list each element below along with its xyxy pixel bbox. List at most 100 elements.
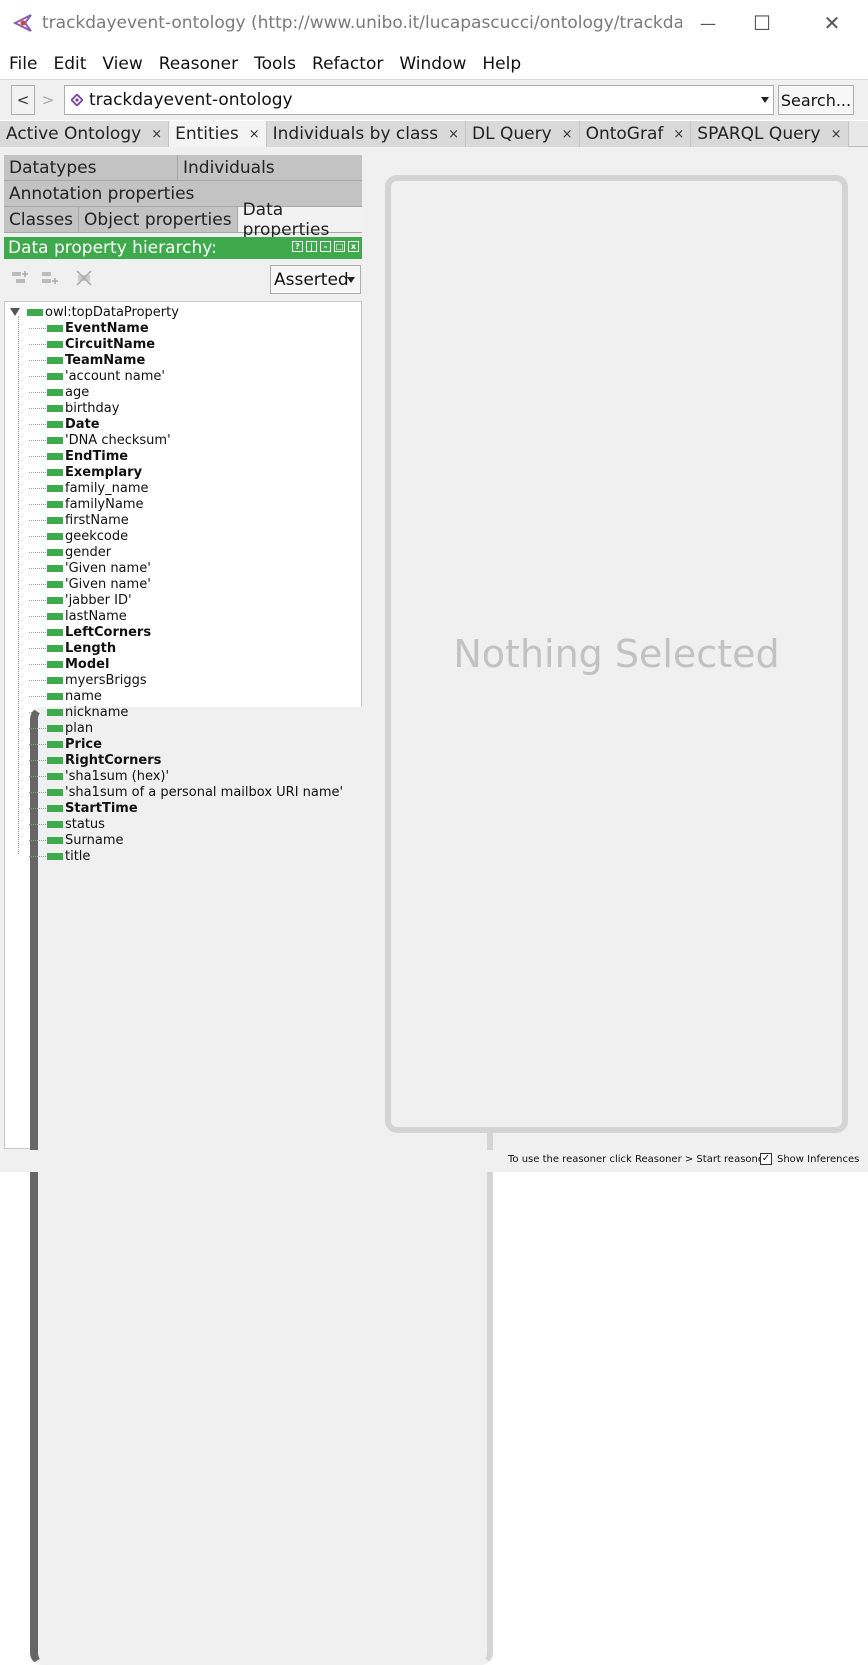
tree-item[interactable]: 'account name' — [47, 368, 165, 384]
tree-item[interactable]: Surname — [47, 832, 123, 848]
data-property-icon — [47, 324, 63, 332]
tree-item[interactable]: EndTime — [47, 448, 128, 464]
tab-close-icon[interactable]: × — [448, 127, 459, 142]
tab-classes[interactable]: Classes — [4, 207, 80, 232]
tree-item-label: age — [65, 384, 90, 400]
tab-close-icon[interactable]: × — [249, 127, 260, 142]
maximize-button[interactable]: ☐ — [730, 0, 794, 46]
close-window-button[interactable]: ✕ — [800, 0, 864, 46]
tree-guide-line — [18, 316, 19, 854]
tree-guide-line — [29, 392, 46, 393]
tab-sparql-query[interactable]: SPARQL Query × — [691, 121, 849, 147]
forward-button[interactable]: > — [36, 85, 60, 115]
menu-window[interactable]: Window — [391, 49, 474, 79]
tree-item[interactable]: age — [47, 384, 89, 400]
tab-close-icon[interactable]: × — [151, 127, 162, 142]
tree-guide-line — [29, 440, 46, 441]
split-icon[interactable]: | — [306, 241, 317, 252]
reasoner-status-text: To use the reasoner click Reasoner > Sta… — [508, 1154, 769, 1165]
tree-item[interactable]: LeftCorners — [47, 624, 151, 640]
tab-close-icon[interactable]: × — [562, 127, 573, 142]
tab-label: Active Ontology — [6, 124, 142, 144]
tab-label: DL Query — [472, 124, 552, 144]
search-button[interactable]: Search... — [778, 85, 854, 115]
menu-help[interactable]: Help — [474, 49, 529, 79]
data-property-tree[interactable]: owl:topDataProperty EventName CircuitName… — [4, 301, 493, 1665]
entity-details-panel: Nothing Selected — [385, 175, 848, 1133]
menu-view[interactable]: View — [94, 49, 150, 79]
show-inferences-checkbox[interactable]: ✓ — [760, 1153, 772, 1165]
tree-item[interactable]: Exemplary — [47, 464, 142, 480]
menu-reasoner[interactable]: Reasoner — [151, 49, 246, 79]
add-sibling-property-button[interactable] — [36, 264, 64, 292]
tab-active-ontology[interactable]: Active Ontology × — [0, 121, 170, 147]
menu-edit[interactable]: Edit — [45, 49, 94, 79]
tree-item[interactable]: RightCorners — [47, 752, 161, 768]
tree-item-label: myersBriggs — [65, 672, 147, 688]
menu-file[interactable]: File — [0, 49, 45, 79]
tree-item[interactable]: 'Given name' — [47, 560, 151, 576]
tab-object-properties[interactable]: Object properties — [79, 207, 238, 232]
show-inferences-toggle[interactable]: ✓ Show Inferences — [760, 1153, 859, 1165]
tree-item[interactable]: EventName — [47, 320, 149, 336]
tab-close-icon[interactable]: × — [673, 127, 684, 142]
asserted-inferred-selector[interactable]: Asserted — [270, 265, 361, 294]
delete-icon — [76, 270, 92, 286]
tree-item[interactable]: myersBriggs — [47, 672, 147, 688]
menu-refactor[interactable]: Refactor — [304, 49, 391, 79]
tree-item[interactable]: 'Given name' — [47, 576, 151, 592]
tab-data-properties[interactable]: Data properties — [237, 200, 362, 240]
tree-item[interactable]: StartTime — [47, 800, 138, 816]
tree-item[interactable]: firstName — [47, 512, 129, 528]
data-property-icon — [47, 772, 63, 780]
tab-ontograf[interactable]: OntoGraf × — [579, 121, 692, 147]
maximize-view-icon[interactable]: □ — [334, 241, 345, 252]
tree-root[interactable]: owl:topDataProperty — [27, 304, 179, 320]
tree-item[interactable]: 'DNA checksum' — [47, 432, 171, 448]
tree-item[interactable]: TeamName — [47, 352, 145, 368]
add-sub-property-button[interactable] — [6, 264, 34, 292]
back-button[interactable]: < — [11, 85, 35, 115]
address-bar: < > trackdayevent-ontology Search... — [0, 80, 868, 120]
tree-item[interactable]: 'jabber ID' — [47, 592, 132, 608]
tree-item-label: lastName — [65, 608, 127, 624]
tab-dl-query[interactable]: DL Query × — [466, 121, 580, 147]
tab-entities[interactable]: Entities × — [169, 121, 267, 147]
tree-item[interactable]: birthday — [47, 400, 119, 416]
tab-close-icon[interactable]: × — [831, 127, 842, 142]
tree-item[interactable]: Date — [47, 416, 100, 432]
data-property-icon — [47, 692, 63, 700]
tab-individuals-by-class[interactable]: Individuals by class × — [266, 121, 467, 147]
minimize-view-icon[interactable]: – — [320, 241, 331, 252]
entity-tab-row: Classes Object properties Data propertie… — [4, 200, 362, 240]
tree-item[interactable]: title — [47, 848, 90, 864]
tree-item[interactable]: Length — [47, 640, 116, 656]
tree-item[interactable]: nickname — [47, 704, 128, 720]
tree-item[interactable]: plan — [47, 720, 93, 736]
tree-item-label: birthday — [65, 400, 120, 416]
tree-item[interactable]: name — [47, 688, 102, 704]
expand-toggle-icon[interactable] — [10, 308, 20, 316]
close-view-icon[interactable]: x — [348, 241, 359, 252]
tree-item[interactable]: Model — [47, 656, 109, 672]
tab-datatypes[interactable]: Datatypes — [4, 155, 178, 180]
ontology-selector[interactable]: trackdayevent-ontology — [64, 85, 774, 115]
tree-item[interactable]: family_name — [47, 480, 149, 496]
tree-item[interactable]: gender — [47, 544, 111, 560]
tree-item[interactable]: familyName — [47, 496, 143, 512]
tree-item[interactable]: geekcode — [47, 528, 128, 544]
tree-item-label: StartTime — [65, 800, 138, 816]
tree-item[interactable]: lastName — [47, 608, 127, 624]
show-inferences-label: Show Inferences — [777, 1153, 860, 1165]
menu-tools[interactable]: Tools — [246, 49, 304, 79]
tree-item[interactable]: status — [47, 816, 105, 832]
tree-item[interactable]: Price — [47, 736, 102, 752]
delete-property-button[interactable] — [70, 264, 98, 292]
tab-individuals[interactable]: Individuals — [178, 155, 362, 180]
tree-item[interactable]: 'sha1sum of a personal mailbox URI name' — [47, 784, 343, 800]
tree-item[interactable]: 'sha1sum (hex)' — [47, 768, 169, 784]
data-property-icon — [47, 484, 63, 492]
help-icon[interactable]: ? — [292, 241, 303, 252]
data-property-icon — [47, 564, 63, 572]
tree-item[interactable]: CircuitName — [47, 336, 155, 352]
